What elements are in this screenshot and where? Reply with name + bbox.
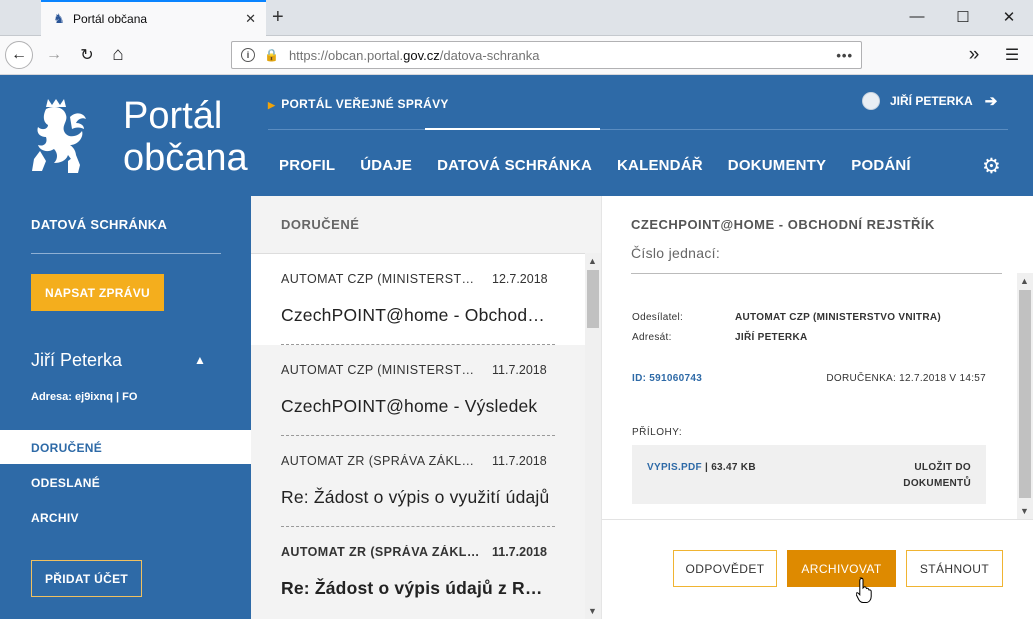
nav-profil[interactable]: PROFIL — [279, 157, 335, 174]
maximize-button[interactable]: ☐ — [953, 8, 973, 26]
menu-icon[interactable]: ☰ — [998, 41, 1026, 69]
overflow-icon[interactable]: » — [960, 41, 988, 69]
detail-scrollbar[interactable]: ▲ ▼ — [1017, 273, 1033, 519]
list-item[interactable]: AUTOMAT CZP (MINISTERSTVO VNITRA) 12.7.2… — [251, 254, 585, 345]
recipient-value: JIŘÍ PETERKA — [735, 332, 808, 343]
header-divider — [268, 129, 1008, 130]
url-bar[interactable]: i 🔒 https://obcan.portal.gov.cz/datova-s… — [231, 41, 862, 69]
window-close-button[interactable]: ✕ — [999, 8, 1019, 26]
home-button[interactable]: ⌂ — [104, 41, 132, 69]
chevron-up-icon[interactable]: ▲ — [194, 353, 206, 367]
minimize-button[interactable]: — — [907, 8, 927, 25]
tab-close-icon[interactable]: ✕ — [245, 11, 256, 27]
scroll-up-icon[interactable]: ▲ — [1020, 276, 1029, 286]
sender-value: AUTOMAT CZP (MINISTERSTVO VNITRA) — [735, 312, 942, 323]
arrow-icon: ▶ — [268, 100, 276, 110]
message-subject: Re: Žádost o výpis údajů z ROB — [281, 578, 551, 598]
account-name[interactable]: Jiří Peterka — [31, 350, 122, 371]
list-title: DORUČENÉ — [281, 217, 360, 232]
sidebar-divider — [31, 253, 221, 254]
hand-cursor-icon — [856, 577, 872, 603]
lock-icon[interactable]: 🔒 — [264, 48, 279, 62]
sidebar-item-archiv[interactable]: ARCHIV — [31, 511, 79, 525]
site-header: Portál občana ▶ PORTÁL VEŘEJNÉ SPRÁVY JIŘ… — [0, 75, 1033, 196]
avatar[interactable] — [862, 92, 880, 110]
nav-datova-schranka[interactable]: DATOVÁ SCHRÁNKA — [437, 157, 592, 174]
message-id: ID: 591060743 — [632, 373, 703, 384]
scroll-down-icon[interactable]: ▼ — [1020, 506, 1029, 516]
browser-tab[interactable]: ♞ Portál občana ✕ — [41, 0, 266, 36]
list-scrollbar[interactable]: ▲ ▼ — [585, 253, 601, 619]
message-detail: CZECHPOINT@HOME - OBCHODNÍ REJSTŘÍK Čísl… — [601, 196, 1033, 619]
message-subject: Re: Žádost o výpis o využití údajů — [281, 487, 550, 507]
scroll-down-icon[interactable]: ▼ — [588, 606, 597, 616]
tab-title: Portál občana — [73, 12, 148, 26]
message-date: 12.7.2018 — [492, 272, 548, 286]
delivery-receipt[interactable]: DORUČENKA: 12.7.2018 V 14:57 — [822, 372, 986, 386]
download-button[interactable]: STÁHNOUT — [906, 550, 1003, 587]
sidebar: DATOVÁ SCHRÁNKA NAPSAT ZPRÁVU Jiří Peter… — [0, 196, 251, 619]
sidebar-item-dorucene[interactable]: DORUČENÉ — [31, 441, 102, 455]
nav-udaje[interactable]: ÚDAJE — [360, 157, 412, 174]
sender-label: Odesílatel: — [632, 312, 684, 323]
active-indicator — [425, 128, 600, 130]
nav-kalendar[interactable]: KALENDÁŘ — [617, 157, 703, 174]
browser-tab-bar: ♞ Portál občana ✕ + — ☐ ✕ — [0, 0, 1033, 36]
write-message-button[interactable]: NAPSAT ZPRÁVU — [31, 274, 164, 311]
attachment-link[interactable]: VYPIS.PDF | 63.47 KB — [647, 462, 756, 473]
back-button[interactable]: ← — [5, 41, 33, 69]
reply-button[interactable]: ODPOVĚDET — [673, 550, 777, 587]
browser-nav-bar: ← → ↻ ⌂ i 🔒 https://obcan.portal.gov.cz/… — [0, 36, 1033, 75]
list-item[interactable]: AUTOMAT CZP (MINISTERSTVO VNITRA) 11.7.2… — [251, 345, 585, 436]
nav-dokumenty[interactable]: DOKUMENTY — [728, 157, 826, 174]
message-date: 11.7.2018 — [492, 454, 547, 468]
attachment-item: VYPIS.PDF | 63.47 KB ULOŽIT DO DOKUMENTŮ — [632, 445, 986, 504]
scrollbar-thumb[interactable] — [1019, 290, 1031, 498]
message-subject: CzechPOINT@home - Obchodní rejstřík — [281, 305, 551, 325]
url-text[interactable]: https://obcan.portal.gov.cz/datova-schra… — [289, 48, 540, 63]
attachments-label: PŘÍLOHY: — [632, 427, 683, 438]
forward-button[interactable]: → — [40, 41, 68, 69]
account-address: Adresa: ej9ixnq | FO — [31, 391, 138, 403]
gear-icon[interactable]: ⚙ — [982, 154, 1001, 179]
portal-link[interactable]: ▶ PORTÁL VEŘEJNÉ SPRÁVY — [268, 97, 449, 111]
reload-button[interactable]: ↻ — [73, 41, 101, 69]
scrollbar-thumb[interactable] — [587, 270, 599, 328]
user-menu[interactable]: JIŘÍ PETERKA ➔ — [862, 92, 997, 110]
message-sender: AUTOMAT CZP (MINISTERSTVO VNITRA) — [281, 272, 481, 286]
nav-podani[interactable]: PODÁNÍ — [851, 157, 911, 174]
info-icon[interactable]: i — [241, 48, 255, 62]
message-subject: CzechPOINT@home - Výsledek — [281, 396, 538, 416]
detail-title: CZECHPOINT@HOME - OBCHODNÍ REJSTŘÍK — [631, 217, 935, 232]
case-number-label: Číslo jednací: — [631, 245, 721, 261]
site-brand[interactable]: Portál občana — [123, 95, 248, 179]
scroll-up-icon[interactable]: ▲ — [588, 256, 597, 266]
save-to-documents-link[interactable]: ULOŽIT DO DOKUMENTŮ — [891, 460, 971, 492]
message-sender: AUTOMAT CZP (MINISTERSTVO VNITRA) — [281, 363, 481, 377]
message-date: 11.7.2018 — [492, 363, 547, 377]
detail-divider — [631, 273, 1002, 274]
user-name[interactable]: JIŘÍ PETERKA — [890, 94, 973, 108]
favicon-icon: ♞ — [53, 11, 65, 26]
message-sender: AUTOMAT ZR (SPRÁVA ZÁKLADNÍCH REGISTRŮ) — [281, 545, 481, 559]
lion-logo-icon[interactable] — [26, 95, 92, 177]
new-tab-button[interactable]: + — [272, 6, 284, 29]
message-date: 11.7.2018 — [492, 545, 547, 559]
message-list: DORUČENÉ AUTOMAT CZP (MINISTERSTVO VNITR… — [251, 196, 601, 619]
list-item[interactable]: AUTOMAT ZR (SPRÁVA ZÁKLADNÍCH REGISTRŮ) … — [251, 436, 585, 527]
message-sender: AUTOMAT ZR (SPRÁVA ZÁKLADNÍCH REGISTRŮ) — [281, 454, 481, 468]
page-actions-icon[interactable]: ••• — [836, 48, 853, 63]
archive-button[interactable]: ARCHIVOVAT — [787, 550, 896, 587]
sidebar-item-odeslane[interactable]: ODESLANÉ — [31, 476, 100, 490]
logout-icon[interactable]: ➔ — [985, 92, 998, 110]
list-item[interactable]: AUTOMAT ZR (SPRÁVA ZÁKLADNÍCH REGISTRŮ) … — [251, 527, 585, 618]
add-account-button[interactable]: PŘIDAT ÚČET — [31, 560, 142, 597]
recipient-label: Adresát: — [632, 332, 672, 343]
main-nav: PROFIL ÚDAJE DATOVÁ SCHRÁNKA KALENDÁŘ DO… — [279, 157, 936, 174]
sidebar-title: DATOVÁ SCHRÁNKA — [31, 217, 168, 232]
